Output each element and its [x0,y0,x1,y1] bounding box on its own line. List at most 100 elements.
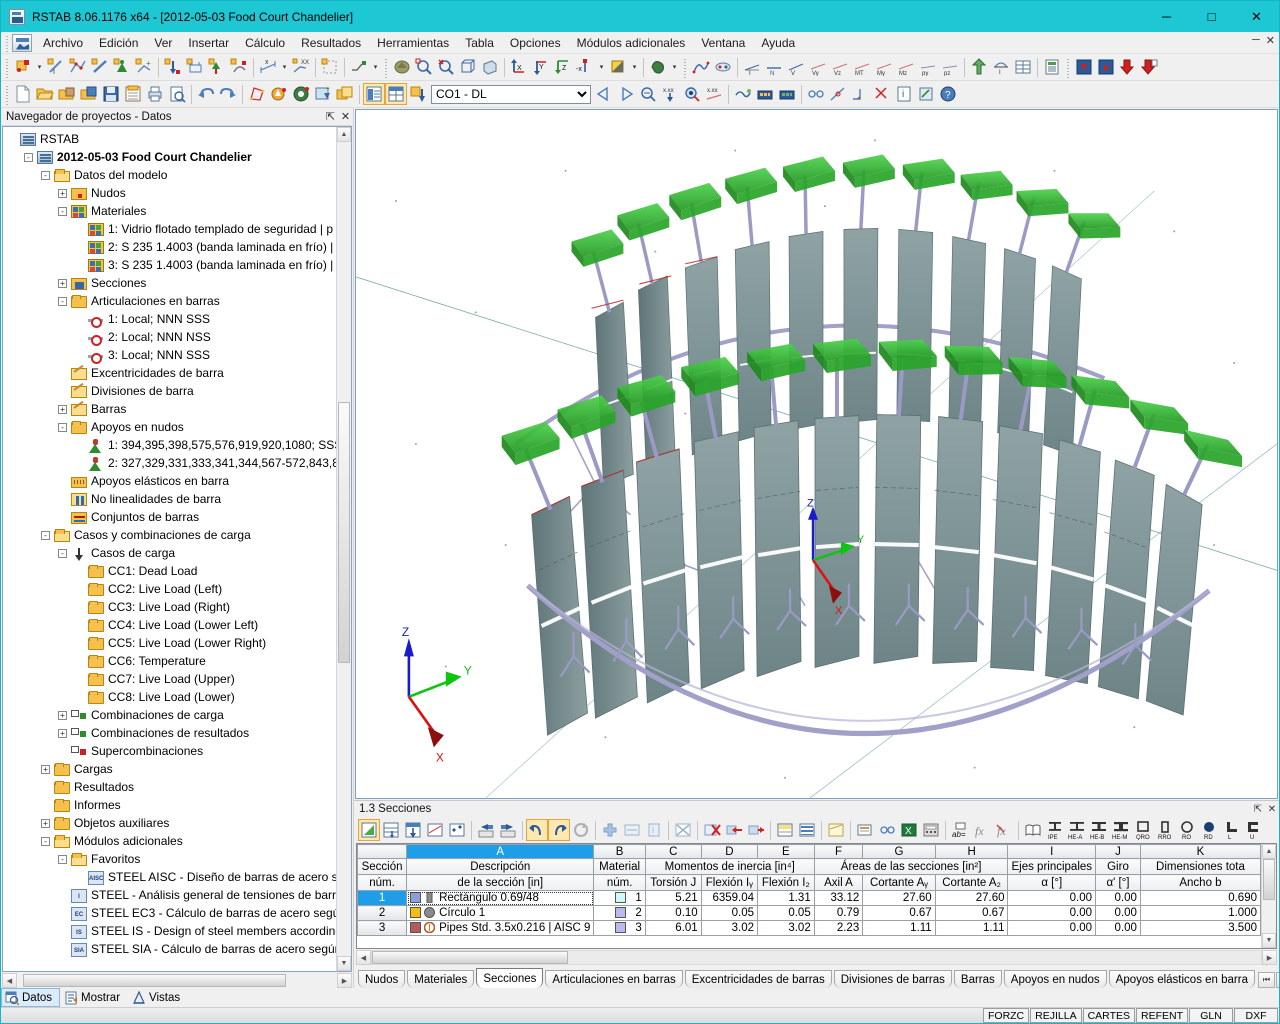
tree-node[interactable]: -Favoritos [7,850,336,868]
table-fx-icon[interactable]: fx [971,819,993,841]
menu-archivo[interactable]: Archivo [35,34,91,52]
status-cell-rejilla[interactable]: REJILLA [1030,1008,1081,1023]
tree-expand-icon[interactable]: + [41,765,50,774]
navigator-scroll-up-button[interactable]: ▲ [337,127,351,142]
table-scroll-down-button[interactable]: ▼ [1262,933,1276,948]
tree-node[interactable]: 1: Vidrio flotado templado de seguridad … [7,220,336,238]
toolbar-grip-3[interactable] [682,57,688,78]
table-undo-icon[interactable] [526,819,548,841]
menu-calculo[interactable]: Cálculo [237,34,293,52]
result-n2-icon[interactable]: N [763,56,785,78]
tree-node[interactable]: Informes [7,796,336,814]
status-cell-dxf[interactable]: DXF [1234,1008,1278,1023]
sections-table-scroll[interactable]: A B C D E F G H I J [357,844,1261,948]
tree-collapse-icon[interactable]: - [41,171,50,180]
select-objects-icon[interactable] [268,83,290,105]
guideline-icon[interactable] [348,56,370,78]
section-hea-icon[interactable]: HE-A [1066,819,1088,841]
new-node-icon[interactable] [12,56,34,78]
tree-collapse-icon[interactable]: - [58,207,67,216]
col-header-K[interactable]: K [1140,845,1260,859]
table-move-right-icon[interactable] [497,819,519,841]
cell-description[interactable]: Círculo 1 [407,906,594,921]
tree-node[interactable]: Divisiones de barra [7,382,336,400]
tree-node[interactable]: CC4: Live Load (Lower Left) [7,616,336,634]
cell-material-num[interactable]: 1 [594,891,645,906]
table-library-icon[interactable] [1022,819,1044,841]
close-button[interactable]: ✕ [1234,1,1279,32]
table-hscroll-track[interactable] [371,950,1262,965]
tree-node[interactable]: ECSTEEL EC3 - Cálculo de barras de acero… [7,904,336,922]
col-header-C[interactable]: C [645,845,701,859]
col-header-H[interactable]: H [935,845,1008,859]
cell-material-num[interactable]: 3 [594,921,645,936]
tree-node[interactable]: -Apoyos en nudos [7,418,336,436]
tree-node[interactable]: -Casos de carga [7,544,336,562]
calc-all-icon[interactable] [754,83,776,105]
table-delete-row-icon[interactable] [701,819,723,841]
tree-expand-icon[interactable]: + [58,279,67,288]
navigator-scroll-left-button[interactable]: ◀ [2,973,17,988]
tree-node[interactable]: Apoyos elásticos en barra [7,472,336,490]
result-zoom-icon[interactable] [681,83,703,105]
view-x-icon[interactable]: X [508,56,530,78]
cell-torsion-j[interactable]: 0.10 [645,906,701,921]
rstab-menu-icon[interactable] [12,34,32,52]
tree-node[interactable]: No linealidades de barra [7,490,336,508]
menubar-grip[interactable] [3,34,11,52]
cell-principal-alpha[interactable]: 0.00 [1008,891,1096,906]
section-rro-icon[interactable]: RRO [1154,819,1176,841]
edit-model-icon[interactable] [915,83,937,105]
dimension-icon[interactable]: x [257,56,279,78]
member-load-icon[interactable] [184,56,206,78]
calc-selected-icon[interactable] [776,83,798,105]
cell-area-shear-z[interactable]: 1.11 [935,921,1008,936]
select-region-icon[interactable] [246,83,268,105]
result-vy-icon[interactable]: V [785,56,807,78]
tree-node[interactable]: RSTAB [7,130,336,148]
snap-icon[interactable] [827,83,849,105]
print-preview-icon[interactable] [166,83,188,105]
tree-node[interactable]: CC6: Temperature [7,652,336,670]
cell-section-num[interactable]: 3 [358,921,407,936]
render-dropdown-icon[interactable]: ▾ [629,56,640,78]
new-member-set-icon[interactable]: + [133,56,155,78]
tree-collapse-icon[interactable]: - [58,549,67,558]
status-cell-gln[interactable]: GLN [1189,1008,1233,1023]
tree-node[interactable]: -Datos del modelo [7,166,336,184]
cell-torsion-j[interactable]: 6.01 [645,921,701,936]
maximize-button[interactable]: □ [1189,1,1234,32]
cell-section-num[interactable]: 1 [358,891,407,906]
toolbar-grip-5[interactable] [4,84,10,105]
restore-result-icon[interactable] [1139,56,1161,78]
table-tab-materiales[interactable]: Materiales [407,970,474,988]
cell-flexion-iz[interactable]: 1.31 [758,891,815,906]
cell-rotation-alpha[interactable]: 0.00 [1096,906,1141,921]
tree-node[interactable]: +Objetos auxiliares [7,814,336,832]
tree-node[interactable]: CC1: Dead Load [7,562,336,580]
new-polyline-icon[interactable] [67,56,89,78]
prev-loadcase-icon[interactable] [593,83,615,105]
tree-expand-icon[interactable]: + [41,819,50,828]
section-rd-icon[interactable]: RD [1198,819,1220,841]
imposed-deform-icon[interactable] [228,56,250,78]
cell-flexion-iy[interactable]: 3.02 [701,921,757,936]
table-edit-cell-icon[interactable] [621,819,643,841]
visual-object-icon[interactable] [319,56,341,78]
table-tab-apoyos-el-sticos-en-barra[interactable]: Apoyos elásticos en barra [1109,970,1255,988]
cell-area-shear-z[interactable]: 27.60 [935,891,1008,906]
value-down-icon[interactable]: x.xx [659,83,681,105]
section-ipe-icon[interactable]: IPE [1044,819,1066,841]
cell-section-num[interactable]: 2 [358,906,407,921]
tree-expand-icon[interactable]: + [58,189,67,198]
deformation-icon[interactable] [690,56,712,78]
cell-area-axial[interactable]: 33.12 [814,891,863,906]
model-viewport-3d[interactable]: Z Y X Z Y [355,109,1278,799]
table-clear-icon[interactable] [672,819,694,841]
cell-description[interactable]: Pipes Std. 3.5x0.216 | AISC 9 [407,921,594,936]
view-z-icon[interactable]: Z [552,56,574,78]
tree-node[interactable]: 1: Local; NNN SSS [7,310,336,328]
table-move-left-icon[interactable] [475,819,497,841]
tree-node[interactable]: CC8: Live Load (Lower) [7,688,336,706]
tree-collapse-icon[interactable]: - [24,153,33,162]
